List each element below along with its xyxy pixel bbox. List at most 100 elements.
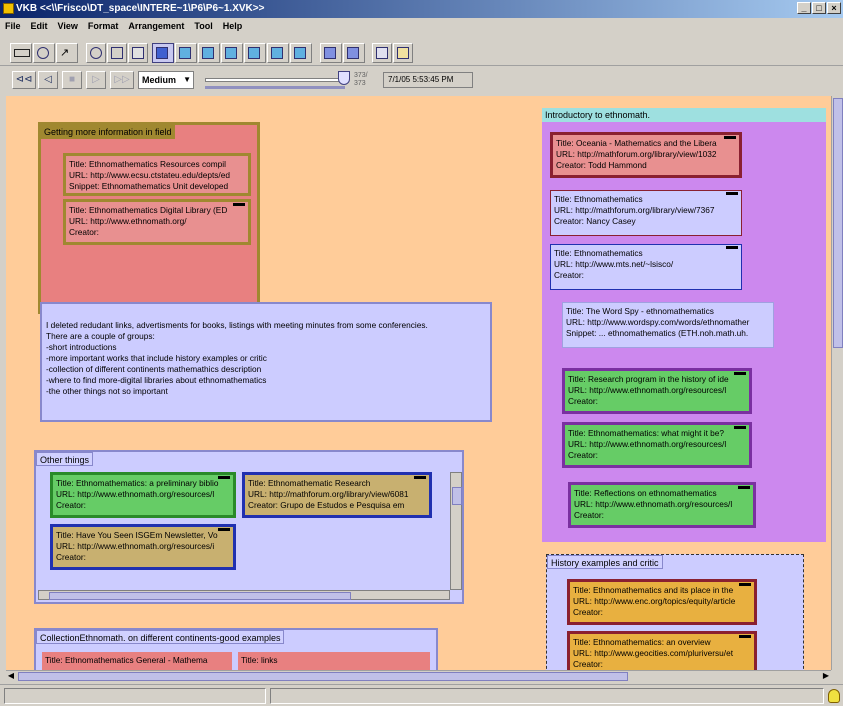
search-button[interactable] (86, 43, 106, 63)
link-flag-icon (738, 486, 750, 489)
status-bar (0, 684, 843, 706)
image-button[interactable] (372, 43, 392, 63)
scroll-left-icon[interactable]: ◀ (6, 671, 16, 681)
layout-4-icon (225, 47, 237, 59)
layout-3-icon (202, 47, 214, 59)
rewind-start-icon: ⊲⊲ (15, 74, 33, 85)
menu-tool[interactable]: Tool (189, 21, 217, 31)
collection-other-things[interactable]: Other things Title: Ethnomathematics: a … (34, 450, 464, 604)
menu-help[interactable]: Help (218, 21, 248, 31)
window-titlebar: VKB <<\\Frisco\DT_space\INTERE~1\P6\P6~1… (0, 0, 843, 18)
window-button[interactable] (128, 43, 148, 63)
link-flag-icon (734, 372, 746, 375)
link-node[interactable]: Title: Ethnomathematics Digital Library … (63, 199, 251, 245)
link-flag-icon (734, 426, 746, 429)
layout-6-icon (271, 47, 283, 59)
grid-2x2-icon (324, 47, 336, 59)
link-flag-icon (414, 476, 426, 479)
layout-7-button[interactable] (290, 43, 312, 63)
link-node[interactable]: Title: Ethnomathematics: what might it b… (562, 422, 752, 468)
link-node[interactable]: Title: Ethnomathematics URL: http://www.… (550, 244, 742, 290)
link-node[interactable]: Title: Ethnomathematics: a preliminary b… (50, 472, 236, 518)
lightbulb-icon[interactable] (828, 689, 840, 703)
scroll-thumb[interactable] (18, 672, 628, 681)
link-node[interactable]: Title: links (238, 652, 430, 670)
freehand-tool-button[interactable] (33, 43, 55, 63)
link-node[interactable]: Title: Reflections on ethnomathematics U… (568, 482, 756, 528)
menu-edit[interactable]: Edit (26, 21, 53, 31)
link-node[interactable]: Title: Ethnomathematic Research URL: htt… (242, 472, 432, 518)
copy-icon (111, 47, 123, 59)
layout-1-button[interactable] (152, 43, 174, 63)
copy-button[interactable] (107, 43, 127, 63)
layout-5-button[interactable] (244, 43, 266, 63)
step-back-button[interactable]: ◁ (38, 71, 58, 89)
edit-button[interactable] (393, 43, 413, 63)
link-node[interactable]: Title: Ethnomathematics General - Mathem… (42, 652, 232, 670)
chevron-down-icon: ▼ (183, 75, 191, 84)
scroll-thumb[interactable] (452, 487, 462, 505)
collection-title: Other things (36, 452, 94, 466)
edit-icon (397, 47, 409, 59)
link-node[interactable]: Title: Ethnomathematics and its place in… (567, 579, 757, 625)
layout-4-button[interactable] (221, 43, 243, 63)
layout-6-button[interactable] (267, 43, 289, 63)
note-text-box[interactable]: I deleted redudant links, advertisments … (40, 302, 492, 422)
toolbar: ↗ (0, 34, 843, 66)
scroll-right-icon[interactable]: ▶ (821, 671, 831, 681)
workspace-canvas[interactable]: Getting more information in field Title:… (6, 96, 831, 670)
fast-forward-icon: ▷▷ (114, 74, 130, 85)
collection-continents[interactable]: CollectionEthnomath. on different contin… (34, 628, 438, 670)
link-node[interactable]: Title: Ethnomathematics: an overview URL… (567, 631, 757, 670)
rectangle-tool-button[interactable] (10, 43, 32, 63)
window-icon (132, 47, 144, 59)
menu-view[interactable]: View (53, 21, 83, 31)
link-node[interactable]: Title: Have You Seen ISGEm Newsletter, V… (50, 524, 236, 570)
collection-history-examples[interactable]: History examples and critic Title: Ethno… (546, 554, 804, 670)
rewind-start-button[interactable]: ⊲⊲ (12, 71, 36, 89)
link-flag-icon (233, 203, 245, 206)
history-navigation-bar: ⊲⊲ ◁ ■ ▷ ▷▷ Medium ▼ 373/ 373 7/1/05 5:5… (0, 66, 843, 94)
speed-select[interactable]: Medium ▼ (138, 71, 194, 89)
close-button[interactable]: × (827, 2, 841, 14)
minimize-button[interactable]: _ (797, 2, 811, 14)
scroll-thumb[interactable] (49, 592, 351, 600)
arrow-tool-button[interactable]: ↗ (56, 43, 78, 63)
grid-2x1-button[interactable] (343, 43, 365, 63)
link-node[interactable]: Title: Ethnomathematics Resources compil… (63, 153, 251, 196)
stop-button[interactable]: ■ (62, 71, 82, 89)
grid-2x1-icon (347, 47, 359, 59)
step-back-icon: ◁ (44, 74, 52, 85)
history-slider-track[interactable] (205, 78, 340, 82)
collection-vertical-scrollbar[interactable] (450, 472, 462, 590)
link-flag-icon (218, 476, 230, 479)
menu-file[interactable]: File (0, 21, 26, 31)
history-slider-fill (205, 86, 345, 89)
freehand-tool-icon (37, 47, 49, 59)
menu-format[interactable]: Format (83, 21, 124, 31)
link-node[interactable]: Title: Research program in the history o… (562, 368, 752, 414)
scroll-thumb[interactable] (833, 98, 843, 348)
link-node[interactable]: Title: Oceania - Mathematics and the Lib… (550, 132, 742, 178)
collection-horizontal-scrollbar[interactable] (38, 590, 450, 600)
collection-introductory[interactable]: Introductory to ethnomath. Title: Oceani… (542, 108, 826, 542)
history-slider-thumb[interactable] (338, 71, 350, 85)
grid-2x2-button[interactable] (320, 43, 342, 63)
link-node[interactable]: Title: Ethnomathematics URL: http://math… (550, 190, 742, 236)
layout-2-button[interactable] (175, 43, 197, 63)
layout-1-icon (156, 47, 168, 59)
link-flag-icon (724, 136, 736, 139)
layout-7-icon (294, 47, 306, 59)
collection-getting-more-info[interactable]: Getting more information in field Title:… (38, 122, 260, 314)
workspace-vertical-scrollbar[interactable] (831, 96, 843, 670)
layout-3-button[interactable] (198, 43, 220, 63)
link-node[interactable]: Title: The Word Spy - ethnomathematics U… (562, 302, 774, 348)
workspace-horizontal-scrollbar[interactable]: ◀ ▶ (6, 670, 831, 682)
play-button[interactable]: ▷ (86, 71, 106, 89)
link-flag-icon (726, 246, 738, 249)
link-flag-icon (739, 635, 751, 638)
fast-forward-button[interactable]: ▷▷ (110, 71, 134, 89)
search-icon (90, 47, 102, 59)
maximize-button[interactable]: □ (812, 2, 826, 14)
menu-arrangement[interactable]: Arrangement (123, 21, 189, 31)
